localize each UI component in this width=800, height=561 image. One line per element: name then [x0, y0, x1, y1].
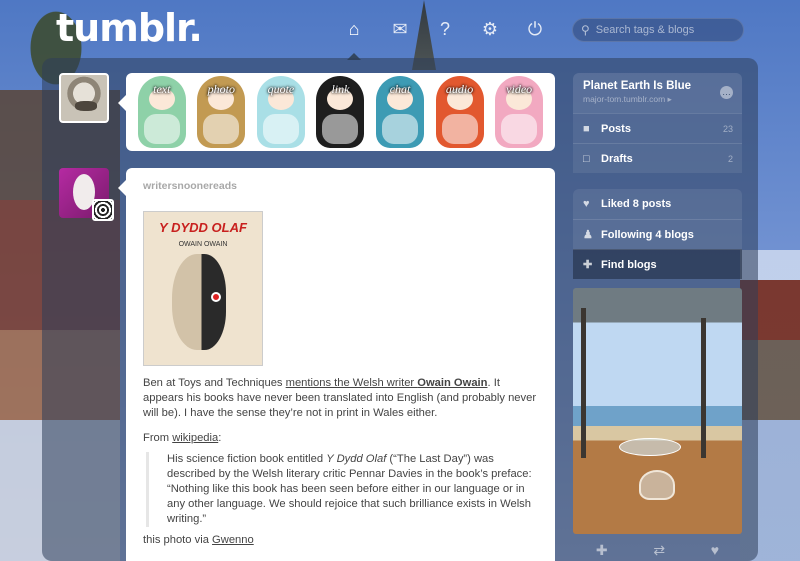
blog-header[interactable]: Planet Earth Is Blue major-tom.tumblr.co… [573, 73, 742, 113]
radar-actions: ✚ ⇄ ♥ [573, 538, 742, 561]
owain-owain-link-text: Owain Owain [417, 377, 488, 389]
doll-body [322, 114, 359, 144]
wikipedia-link[interactable]: wikipedia [172, 432, 218, 444]
window-frame [701, 318, 706, 458]
like-icon[interactable]: ♥ [711, 542, 719, 558]
new-text-post-button[interactable]: text [137, 76, 186, 148]
gear-icon[interactable]: ⚙ [477, 16, 503, 42]
sidebar-item-label: Find blogs [601, 258, 657, 271]
mail-icon[interactable]: ✉ [387, 16, 413, 42]
from-label: From [143, 432, 173, 444]
photo-credit: this photo via Gwenno [143, 533, 538, 548]
post-quote: His science fiction book entitled Y Dydd… [146, 452, 538, 527]
book-cover-face [172, 254, 226, 350]
add-person-icon: ✚ [583, 259, 593, 271]
post-type-bar: text photo quote link chat audio video [118, 73, 555, 151]
post-author-name[interactable]: writersnoonereads [143, 179, 538, 194]
drafts-icon: □ [583, 152, 590, 165]
radar-photo[interactable] [573, 288, 742, 534]
new-video-post-button[interactable]: video [495, 76, 544, 148]
doll-body [262, 114, 299, 144]
doll-body [143, 114, 180, 144]
mentions-link-text: mentions the Welsh writer [285, 377, 418, 389]
sidebar-item-label: Liked 8 posts [601, 198, 672, 210]
home-icon[interactable]: ⌂ [341, 16, 367, 60]
blog-subtitle: major-tom.tumblr.com ▸ [583, 94, 672, 104]
posts-icon: ■ [583, 122, 590, 135]
quote-text: His science fiction book entitled [167, 453, 327, 465]
sidebar-item-label: Posts [601, 122, 631, 135]
reblog-icon[interactable]: ⇄ [653, 542, 665, 559]
blog-options-icon[interactable]: … [720, 86, 733, 99]
post-photo[interactable]: Y DYDD OLAF OWAIN OWAIN [143, 211, 263, 366]
sidebar-item-liked[interactable]: ♥ Liked 8 posts [573, 189, 742, 219]
search-box[interactable]: ⚲ [572, 18, 744, 42]
drafts-count: 2 [727, 153, 733, 164]
search-input[interactable] [595, 24, 736, 36]
book-cover-title: Y DYDD OLAF [159, 220, 247, 235]
sidebar-item-label: Following 4 blogs [601, 228, 694, 241]
post-type-label: photo [207, 82, 236, 96]
mentions-link[interactable]: mentions the Welsh writer Owain Owain [286, 377, 488, 389]
sidebar-item-label: Drafts [601, 152, 633, 165]
sidebar-item-find-blogs[interactable]: ✚ Find blogs [573, 249, 742, 279]
person-icon: ♟ [583, 229, 593, 241]
sidebar-item-posts[interactable]: ■ Posts 23 [573, 113, 742, 143]
post-type-label: text [153, 82, 171, 96]
follow-icon[interactable]: ✚ [596, 542, 608, 559]
posts-count: 23 [722, 123, 733, 134]
post-paragraph: Ben at Toys and Techniques mentions the … [143, 376, 538, 421]
reblog-source-avatar[interactable] [92, 199, 114, 221]
photo-via-label: this photo via [143, 534, 213, 546]
blog-title: Planet Earth Is Blue [583, 80, 692, 92]
gwenno-link[interactable]: Gwenno [212, 534, 254, 546]
doll-body [501, 114, 538, 144]
post-type-label: chat [389, 82, 411, 96]
new-link-post-button[interactable]: link [316, 76, 365, 148]
power-icon[interactable]: ⏻ [522, 16, 548, 42]
sidebar: Planet Earth Is Blue major-tom.tumblr.co… [573, 73, 742, 561]
doll-body [203, 114, 240, 144]
post-type-label: audio [445, 82, 474, 96]
window-frame [581, 308, 586, 458]
post-type-label: link [331, 82, 350, 96]
book-cover-author: OWAIN OWAIN [178, 241, 228, 248]
sidebar-item-following[interactable]: ♟ Following 4 blogs [573, 219, 742, 249]
new-photo-post-button[interactable]: photo [197, 76, 246, 148]
new-chat-post-button[interactable]: chat [376, 76, 425, 148]
doll-body [382, 114, 419, 144]
from-colon: : [218, 432, 222, 444]
wire-chair [639, 470, 675, 500]
sidebar-item-drafts[interactable]: □ Drafts 2 [573, 143, 742, 173]
new-audio-post-button[interactable]: audio [435, 76, 484, 148]
glass-table [619, 438, 681, 456]
heart-icon: ♥ [583, 198, 590, 210]
new-quote-post-button[interactable]: quote [256, 76, 305, 148]
post-text: Ben at Toys and Techniques [143, 377, 286, 389]
post-card: writersnoonereads Y DYDD OLAF OWAIN OWAI… [118, 168, 555, 561]
search-icon: ⚲ [581, 23, 590, 37]
from-line: From wikipedia: [143, 431, 538, 446]
post-type-label: video [506, 82, 533, 96]
user-avatar[interactable] [59, 73, 109, 123]
book-cover-eye [211, 292, 221, 302]
help-icon[interactable]: ? [432, 16, 458, 42]
post-type-label: quote [267, 82, 295, 96]
tumblr-logo[interactable]: tumblr. [56, 6, 203, 50]
doll-body [441, 114, 478, 144]
quote-book-title: Y Dydd Olaf [326, 453, 387, 465]
